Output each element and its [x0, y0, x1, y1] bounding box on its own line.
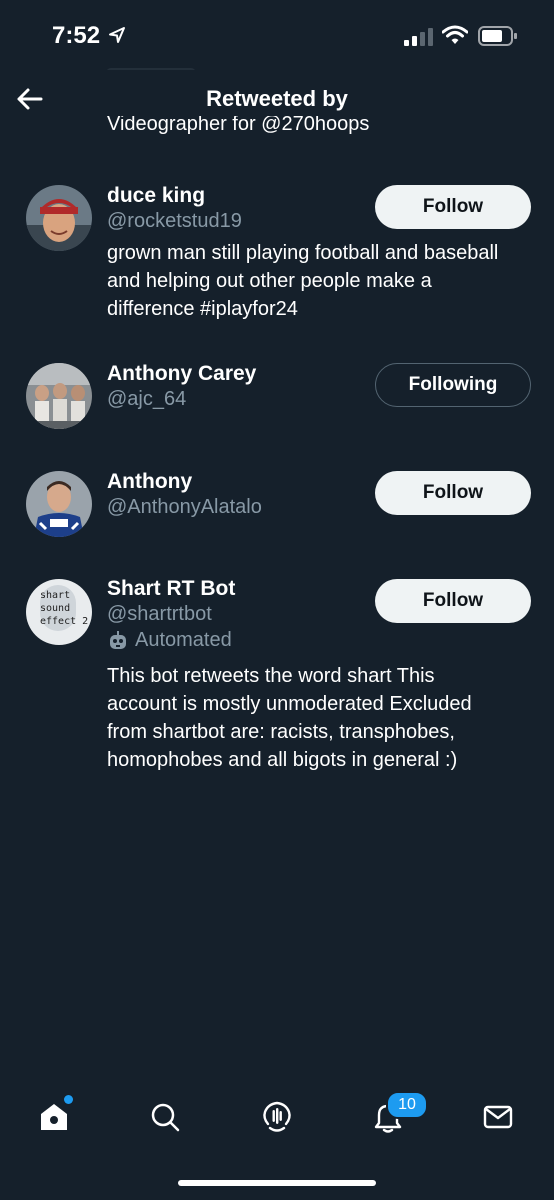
- user-handle: @ajc_64: [107, 388, 187, 410]
- avatar[interactable]: [26, 471, 92, 537]
- location-arrow-icon: [109, 27, 125, 43]
- avatar-text: shart: [40, 590, 71, 601]
- bio-line: account is mostly unmoderated Excluded: [107, 693, 472, 715]
- bio-line: from shartbot are: racists, transphobes,: [107, 721, 455, 743]
- page-title: Retweeted by: [206, 86, 348, 111]
- user-name[interactable]: duce king: [107, 184, 205, 208]
- messages-icon: [483, 1105, 513, 1129]
- follow-button[interactable]: Follow: [375, 579, 531, 623]
- bio-line: homophobes and all bigots in general :): [107, 749, 458, 771]
- wifi-icon: [442, 25, 468, 44]
- avatar[interactable]: shart sound effect 2: [26, 579, 92, 645]
- search-icon: [151, 1103, 180, 1132]
- bottom-nav: 10: [0, 1085, 554, 1155]
- cutoff-bio-label: Videographer for @270hoops: [107, 116, 370, 135]
- automated-label: Automated: [107, 629, 232, 652]
- battery-icon: [478, 26, 517, 46]
- avatar-text: sound: [40, 603, 71, 614]
- bio-line: and helping out other people make a: [107, 270, 432, 292]
- home-icon: [41, 1104, 67, 1130]
- nav-search[interactable]: [135, 1085, 195, 1149]
- avatar-text: effect 2: [40, 616, 89, 627]
- user-name[interactable]: Anthony: [107, 470, 192, 494]
- status-time: 7:52: [52, 22, 101, 49]
- nav-messages[interactable]: [468, 1085, 528, 1149]
- robot-icon: [110, 630, 126, 649]
- nav-spaces[interactable]: [247, 1085, 307, 1149]
- user-handle: @rocketstud19: [107, 210, 242, 232]
- user-bio: This bot retweets the word shart This ac…: [107, 662, 537, 774]
- bio-line: This bot retweets the word shart This: [107, 665, 435, 687]
- notification-count-badge: 10: [386, 1091, 428, 1119]
- follow-button[interactable]: Follow: [375, 185, 531, 229]
- bio-line: difference #iplayfor24: [107, 298, 298, 320]
- follow-button[interactable]: Follow: [375, 471, 531, 515]
- user-handle: @shartrtbot: [107, 603, 212, 625]
- avatar[interactable]: [26, 185, 92, 251]
- nav-notifications[interactable]: 10: [358, 1085, 428, 1149]
- user-name[interactable]: Anthony Carey: [107, 362, 256, 386]
- spaces-icon: [263, 1101, 291, 1132]
- avatar[interactable]: [26, 363, 92, 429]
- cutoff-bio-text: Videographer for @270hoops: [107, 116, 369, 138]
- user-name[interactable]: Shart RT Bot: [107, 577, 235, 601]
- automated-text: Automated: [135, 629, 232, 651]
- following-button[interactable]: Following: [375, 363, 531, 407]
- user-bio: grown man still playing football and bas…: [107, 239, 537, 323]
- nav-home[interactable]: [24, 1085, 84, 1149]
- home-indicator[interactable]: [178, 1180, 376, 1186]
- home-dot-badge: [64, 1095, 73, 1104]
- user-handle: @AnthonyAlatalo: [107, 496, 262, 518]
- bio-line: grown man still playing football and bas…: [107, 242, 499, 264]
- cellular-signal-icon: [404, 28, 433, 46]
